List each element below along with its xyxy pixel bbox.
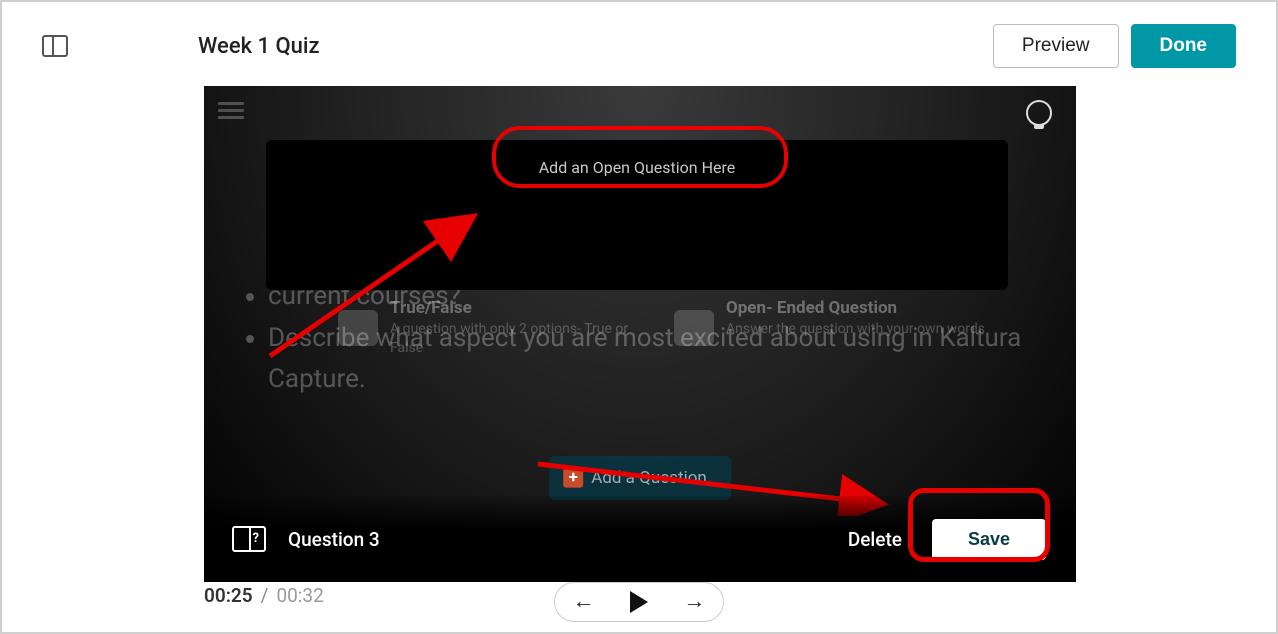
menu-icon[interactable] [218, 102, 244, 120]
question-number-label: Question 3 [288, 528, 380, 551]
play-icon[interactable] [630, 591, 648, 613]
prev-arrow-icon[interactable]: ← [573, 591, 595, 613]
time-duration: 00:32 [276, 584, 323, 607]
option-true-false[interactable]: True/False A question with only 2 option… [338, 298, 658, 358]
delete-button[interactable]: Delete [848, 528, 902, 551]
question-input-box[interactable]: Add an Open Question Here [266, 140, 1008, 290]
preview-button[interactable]: Preview [993, 24, 1119, 68]
time-separator: / [261, 584, 269, 607]
question-bottom-bar: Question 3 Delete Save [204, 496, 1076, 582]
option-title: True/False [390, 298, 658, 318]
hint-icon[interactable] [1026, 100, 1052, 126]
transport-controls: ← → [554, 582, 724, 622]
page-title: Week 1 Quiz [198, 34, 320, 59]
option-subtitle: Answer the question with your own words [726, 320, 985, 339]
option-subtitle: A question with only 2 options- True or … [390, 320, 658, 358]
next-arrow-icon[interactable]: → [683, 591, 705, 613]
true-false-icon [338, 310, 378, 346]
timeline-bar: 00:25 / 00:32 [204, 572, 1276, 618]
video-stage: current courses? Describe what aspect yo… [204, 86, 1076, 582]
sidebar-toggle-icon[interactable] [42, 35, 68, 57]
option-open-ended[interactable]: Open- Ended Question Answer the question… [674, 298, 994, 346]
question-type-icon [232, 526, 266, 552]
question-placeholder: Add an Open Question Here [539, 158, 736, 177]
add-question-button[interactable]: Add a Question [549, 456, 731, 500]
option-title: Open- Ended Question [726, 298, 985, 318]
time-current: 00:25 [204, 584, 253, 607]
done-button[interactable]: Done [1131, 24, 1237, 68]
open-ended-icon [674, 310, 714, 346]
save-button[interactable]: Save [932, 519, 1046, 560]
